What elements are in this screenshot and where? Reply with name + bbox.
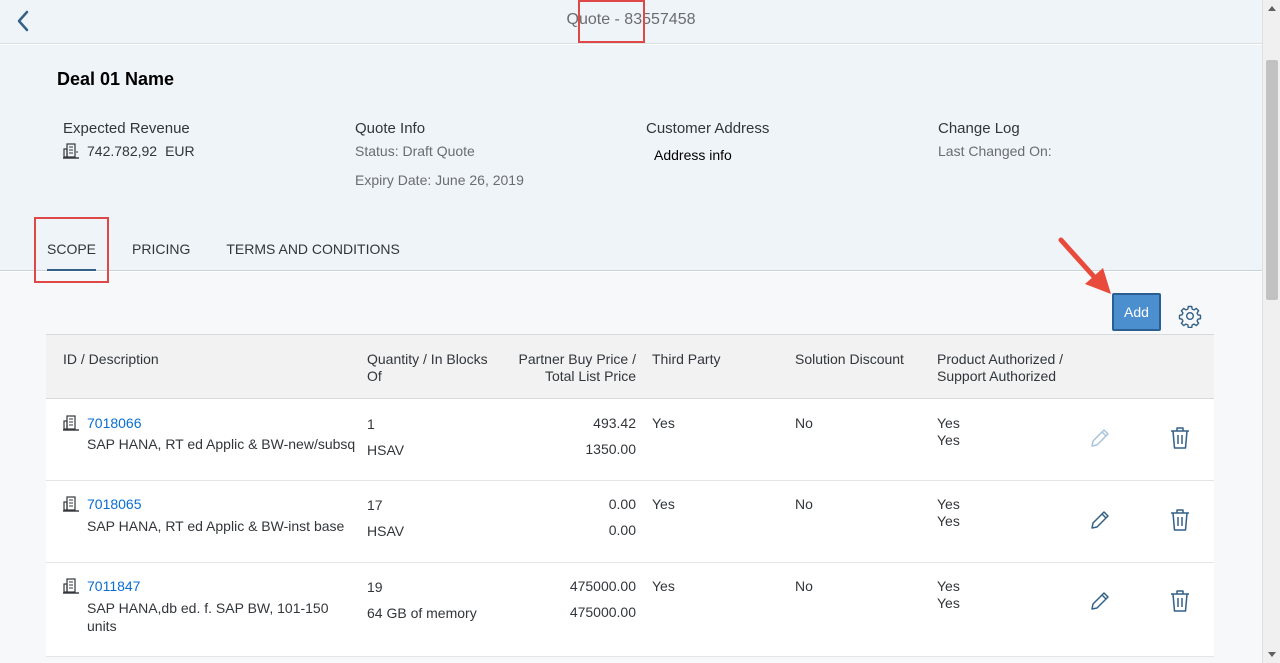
product-description: SAP HANA,db ed. f. SAP BW, 101-150 (87, 600, 329, 616)
product-id-link[interactable]: 7018066 (87, 415, 142, 432)
partner-buy-price: 493.42 (593, 415, 636, 431)
change-log-label: Change Log (938, 120, 1020, 137)
table-row[interactable]: 7018066 SAP HANA, RT ed Applic & BW-new/… (46, 399, 1214, 481)
table-row[interactable]: 7011847 SAP HANA,db ed. f. SAP BW, 101-1… (46, 563, 1214, 657)
quantity: 17 (367, 497, 383, 513)
deal-name: Deal 01 Name (57, 69, 175, 89)
col-authorized[interactable]: Product Authorized / Support Authorized (937, 351, 1063, 385)
col-quantity-line2: Of (367, 368, 382, 384)
total-list-price: 1350.00 (585, 441, 636, 457)
quote-expiry: Expiry Date: June 26, 2019 (355, 172, 524, 188)
col-quantity[interactable]: Quantity / In Blocks Of (367, 351, 488, 385)
product-description: SAP HANA, RT ed Applic & BW-inst base (87, 518, 345, 534)
support-authorized-value: Yes (937, 432, 960, 448)
support-authorized-value: Yes (937, 513, 960, 529)
solution-discount-value: No (795, 496, 813, 512)
total-list-price: 475000.00 (569, 604, 636, 620)
col-authorized-line1: Product Authorized / (937, 351, 1064, 367)
gear-icon (1178, 305, 1202, 329)
quote-info-section: Quote Info Status: Draft Quote Expiry Da… (355, 120, 524, 195)
change-log-section: Change Log Last Changed On: (938, 120, 1052, 166)
tab-terms-and-conditions[interactable]: TERMS AND CONDITIONS (226, 241, 399, 271)
blocks-of: HSAV (367, 442, 405, 458)
last-changed: Last Changed On: (938, 143, 1052, 159)
expected-revenue-section: Expected Revenue 742.782,92 EUR (63, 120, 195, 159)
edit-button[interactable] (1088, 589, 1112, 613)
revenue-amount: 742.782,92 (87, 143, 158, 159)
tab-scope[interactable]: SCOPE (47, 241, 97, 271)
blocks-of: 64 GB of memory (367, 605, 477, 621)
edit-button[interactable] (1088, 426, 1112, 450)
partner-buy-price: 475000.00 (569, 578, 636, 594)
building-icon (63, 143, 79, 159)
quote-status: Status: Draft Quote (355, 143, 475, 159)
scope-content: Add ID / Description Quantity / In Block… (0, 272, 1262, 663)
product-id-link[interactable]: 7018065 (87, 496, 142, 513)
col-quantity-line1: Quantity / In Blocks (367, 351, 488, 367)
top-bar: Quote - 83557458 (0, 0, 1262, 44)
building-icon (63, 578, 79, 594)
quantity: 19 (367, 579, 383, 595)
product-id-link[interactable]: 7011847 (87, 578, 140, 595)
vertical-scrollbar[interactable] (1262, 0, 1280, 663)
col-authorized-line2: Support Authorized (937, 368, 1057, 384)
product-authorized-value: Yes (937, 415, 960, 431)
quantity: 1 (367, 416, 375, 432)
col-solution-discount[interactable]: Solution Discount (795, 351, 904, 368)
scroll-up-arrow-icon[interactable] (1263, 0, 1280, 18)
col-price-line2: Total List Price (544, 368, 636, 384)
col-price[interactable]: Partner Buy Price / Total List Price (519, 351, 637, 385)
customer-address-value: Address info (654, 147, 732, 163)
building-icon (63, 496, 79, 512)
product-authorized-value: Yes (937, 496, 960, 512)
delete-button[interactable] (1168, 589, 1192, 613)
trash-icon (1171, 427, 1189, 449)
revenue-currency: EUR (165, 143, 195, 159)
solution-discount-value: No (795, 415, 813, 431)
scope-table: ID / Description Quantity / In Blocks Of… (46, 334, 1214, 657)
blocks-of: HSAV (367, 523, 405, 539)
pencil-icon (1091, 592, 1109, 610)
delete-button[interactable] (1168, 426, 1192, 450)
expected-revenue-label: Expected Revenue (63, 120, 190, 137)
support-authorized-value: Yes (937, 595, 960, 611)
scrollbar-thumb[interactable] (1266, 60, 1278, 300)
customer-address-label: Customer Address (646, 120, 770, 137)
product-description: SAP HANA, RT ed Applic & BW-new/subsq (87, 436, 356, 452)
edit-button[interactable] (1088, 508, 1112, 532)
page-title: Quote - 83557458 (566, 11, 696, 28)
solution-discount-value: No (795, 578, 813, 594)
col-price-line1: Partner Buy Price / (518, 351, 637, 367)
total-list-price: 0.00 (608, 522, 636, 538)
col-id-description[interactable]: ID / Description (63, 351, 159, 368)
customer-address-section: Customer Address Address info (646, 120, 769, 163)
quote-info-label: Quote Info (355, 120, 426, 137)
pencil-icon (1091, 511, 1109, 529)
delete-button[interactable] (1168, 508, 1192, 532)
tab-bar: SCOPE PRICING TERMS AND CONDITIONS (47, 241, 436, 271)
third-party-value: Yes (652, 496, 675, 512)
building-icon (63, 415, 79, 431)
settings-button[interactable] (1178, 304, 1202, 329)
table-header: ID / Description Quantity / In Blocks Of… (46, 334, 1214, 399)
trash-icon (1171, 509, 1189, 531)
product-authorized-value: Yes (937, 578, 960, 594)
add-button[interactable]: Add (1112, 293, 1161, 331)
third-party-value: Yes (652, 578, 675, 594)
trash-icon (1171, 590, 1189, 612)
third-party-value: Yes (652, 415, 675, 431)
table-row[interactable]: 7018065 SAP HANA, RT ed Applic & BW-inst… (46, 481, 1214, 563)
partner-buy-price: 0.00 (608, 496, 636, 512)
tab-pricing[interactable]: PRICING (132, 241, 190, 271)
scroll-down-arrow-icon[interactable] (1263, 645, 1280, 663)
red-arrow-icon (1058, 237, 1111, 294)
col-third-party[interactable]: Third Party (652, 351, 720, 368)
pencil-icon (1091, 429, 1109, 447)
product-description-line2: units (87, 618, 117, 634)
